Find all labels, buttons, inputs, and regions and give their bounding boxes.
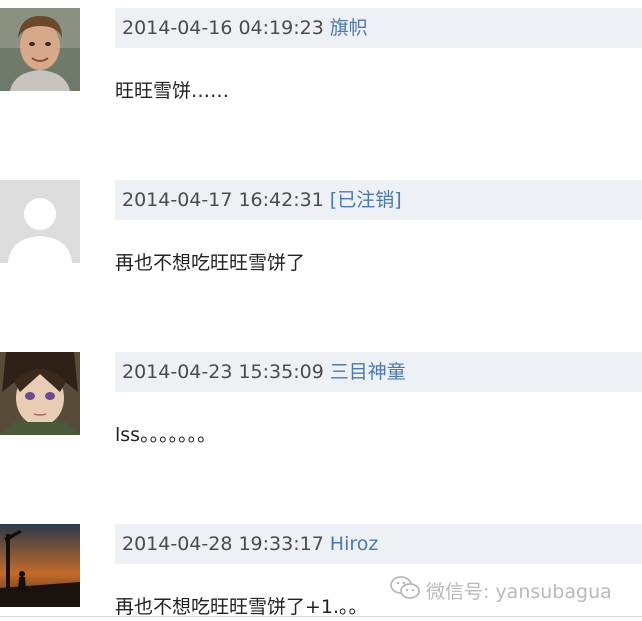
comment-text: 旺旺雪饼…… — [115, 80, 230, 102]
comment-author-link[interactable]: [已注销] — [330, 189, 402, 211]
avatar[interactable] — [0, 524, 80, 607]
comment-timestamp: 2014-04-17 16:42:31 — [122, 189, 324, 211]
comment-author-link[interactable]: Hiroz — [330, 533, 379, 555]
divider — [0, 616, 642, 617]
anime-avatar-icon — [0, 352, 80, 435]
comment-meta: 2014-04-16 04:19:23 旗帜 — [115, 8, 642, 48]
wechat-icon — [390, 575, 420, 606]
default-avatar-icon — [0, 180, 80, 263]
comment-timestamp: 2014-04-23 15:35:09 — [122, 361, 324, 383]
avatar[interactable] — [0, 8, 80, 91]
comment-meta: 2014-04-23 15:35:09 三目神童 — [115, 352, 642, 392]
comment-timestamp: 2014-04-16 04:19:23 — [122, 17, 324, 39]
watermark: 微信号: yansubagua — [390, 574, 612, 606]
photo-avatar-man-icon — [0, 8, 80, 91]
comment-author-link[interactable]: 三目神童 — [330, 361, 406, 383]
watermark-text: 微信号: yansubagua — [426, 580, 612, 603]
avatar[interactable] — [0, 180, 80, 263]
comment-text: 再也不想吃旺旺雪饼了+1.。。 — [115, 596, 368, 618]
comment-author-link[interactable]: 旗帜 — [330, 17, 368, 39]
avatar[interactable] — [0, 352, 80, 435]
comment-meta: 2014-04-28 19:33:17 Hiroz — [115, 524, 642, 564]
comment-timestamp: 2014-04-28 19:33:17 — [122, 533, 324, 555]
comment-text: lss。。。。。。。 — [115, 424, 217, 446]
comment-text: 再也不想吃旺旺雪饼了 — [115, 252, 306, 274]
comment-meta: 2014-04-17 16:42:31 [已注销] — [115, 180, 642, 220]
sunset-silhouette-avatar-icon — [0, 524, 80, 607]
